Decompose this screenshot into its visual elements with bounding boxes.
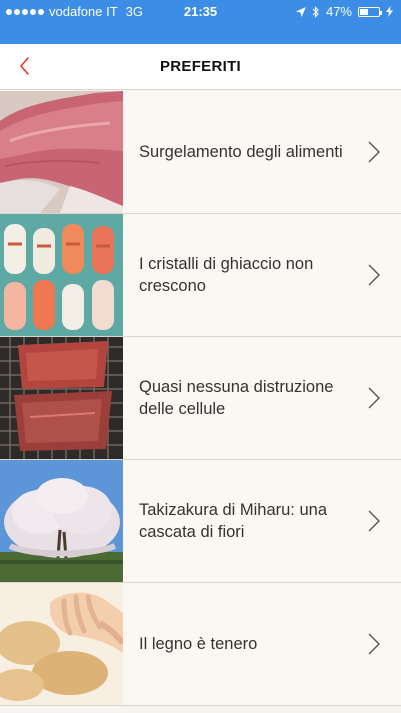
navigation-bar: PREFERITI: [0, 44, 401, 90]
list-item-title: Quasi nessuna distruzione delle cellule: [139, 378, 334, 418]
list-item[interactable]: Quasi nessuna distruzione delle cellule: [0, 337, 401, 460]
favorites-list: Surgelamento degli alimenti I cristalli …: [0, 91, 401, 706]
list-item-title: I cristalli di ghiaccio non crescono: [139, 255, 314, 295]
list-item-title: Takizakura di Miharu: una cascata di fio…: [139, 501, 328, 541]
wooden-toys-thumbnail: [0, 583, 123, 705]
chevron-right-icon: [368, 510, 380, 532]
page-title: PREFERITI: [159, 58, 242, 75]
list-item-title: Il legno è tenero: [139, 635, 258, 653]
frozen-sushi-thumbnail: [0, 214, 123, 336]
bluetooth-icon: [312, 5, 319, 18]
battery-icon: [358, 6, 382, 17]
list-item[interactable]: Il legno è tenero: [0, 583, 401, 706]
list-item-title: Surgelamento degli alimenti: [139, 143, 343, 161]
frozen-meat-thumbnail: [0, 91, 123, 213]
status-right: 47%: [295, 4, 393, 19]
chevron-right-icon: [368, 141, 380, 163]
status-bar: vodafone IT 3G 21:35 47%: [0, 0, 401, 24]
battery-percent: 47%: [325, 4, 352, 19]
back-button[interactable]: [10, 52, 40, 82]
header-band: [0, 24, 401, 44]
cherry-tree-thumbnail: [0, 460, 123, 582]
chevron-right-icon: [368, 264, 380, 286]
list-item[interactable]: Surgelamento degli alimenti: [0, 91, 401, 214]
charging-bolt-icon: [386, 6, 393, 17]
list-item[interactable]: Takizakura di Miharu: una cascata di fio…: [0, 460, 401, 583]
chevron-right-icon: [368, 633, 380, 655]
chevron-right-icon: [368, 387, 380, 409]
location-arrow-icon: [295, 6, 306, 17]
meat-on-rack-thumbnail: [0, 337, 123, 459]
chevron-left-icon: [20, 57, 29, 75]
list-item[interactable]: I cristalli di ghiaccio non crescono: [0, 214, 401, 337]
